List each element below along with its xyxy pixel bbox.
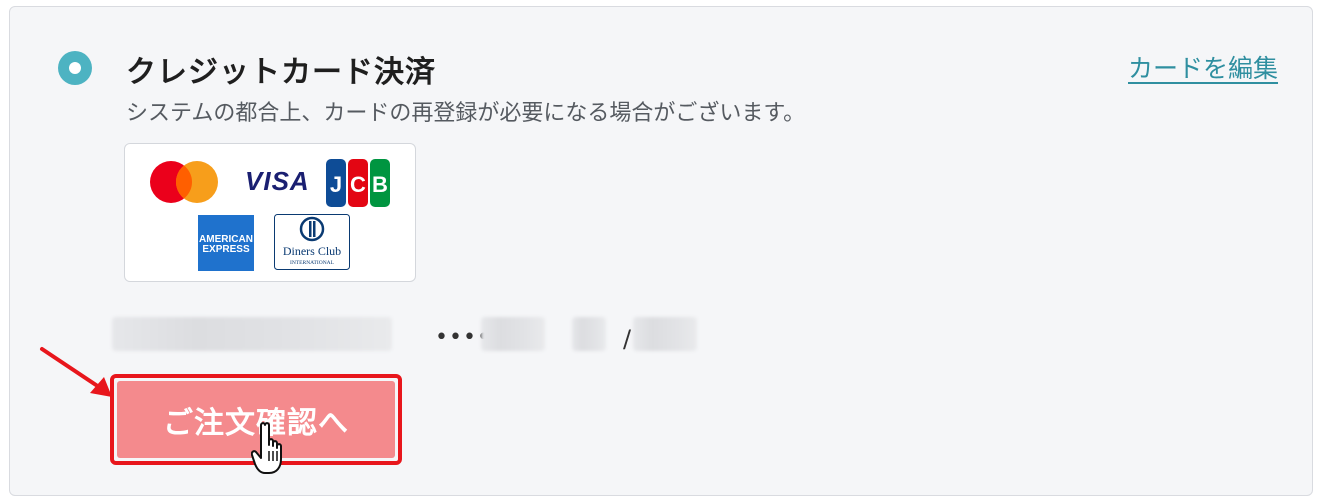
radio-selected-icon[interactable] bbox=[58, 51, 92, 85]
jcb-logo: J C B bbox=[326, 159, 390, 207]
card-last-digits-redacted bbox=[481, 317, 545, 351]
jcb-letter-b: B bbox=[372, 172, 388, 197]
expiry-separator: / bbox=[623, 325, 632, 353]
card-brands-box: VISA J C B AMERICAN EXPRESS Diners Club … bbox=[124, 143, 416, 282]
radio-inner-dot bbox=[69, 62, 81, 74]
diners-club-logo: Diners Club INTERNATIONAL bbox=[274, 214, 350, 270]
amex-logo: AMERICAN EXPRESS bbox=[198, 215, 254, 271]
annotation-arrow-icon bbox=[40, 347, 112, 397]
expiry-month-redacted bbox=[572, 317, 606, 351]
hand-pointer-cursor-icon bbox=[251, 422, 282, 474]
diners-text-line1: Diners Club bbox=[283, 244, 341, 258]
re-registration-note: システムの都合上、カードの再登録が必要になる場合がございます。 bbox=[126, 101, 806, 126]
payment-method-title: クレジットカード決済 bbox=[126, 55, 436, 90]
diners-text-line2: INTERNATIONAL bbox=[290, 260, 335, 266]
jcb-letter-c: C bbox=[350, 172, 366, 197]
amex-text-line2: EXPRESS bbox=[202, 244, 250, 255]
credit-card-payment-panel: クレジットカード決済 カードを編集 システムの都合上、カードの再登録が必要になる… bbox=[9, 6, 1313, 496]
cardholder-name-redacted bbox=[112, 317, 392, 351]
jcb-letter-j: J bbox=[330, 172, 342, 197]
edit-card-link[interactable]: カードを編集 bbox=[1128, 49, 1278, 85]
expiry-year-redacted bbox=[633, 317, 697, 351]
mastercard-logo bbox=[150, 161, 218, 203]
visa-logo: VISA bbox=[245, 166, 310, 196]
